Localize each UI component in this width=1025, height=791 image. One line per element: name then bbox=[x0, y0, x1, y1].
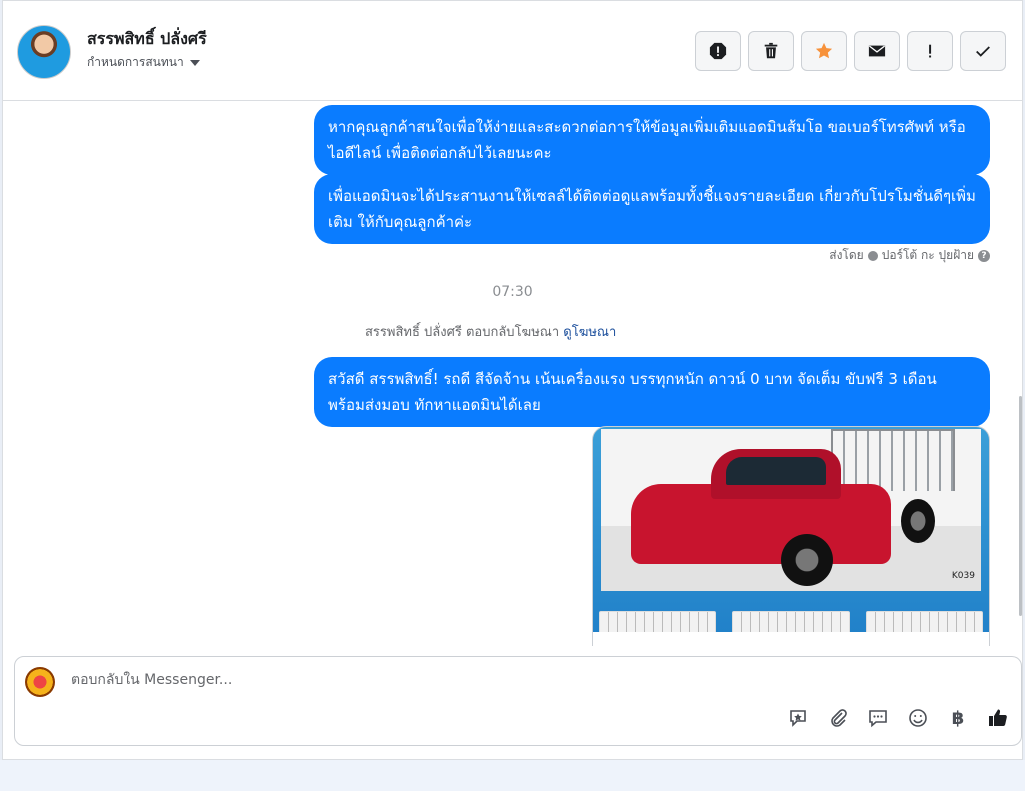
truck-windshield bbox=[726, 457, 826, 485]
caret-down-icon bbox=[189, 59, 200, 66]
reply-composer: ฿ bbox=[14, 656, 1022, 746]
spam-button[interactable] bbox=[695, 31, 741, 71]
assign-label: กำหนดการสนทนา bbox=[87, 55, 184, 69]
check-icon bbox=[976, 46, 990, 57]
star-button[interactable] bbox=[801, 31, 847, 71]
scrollbar-thumb[interactable] bbox=[1019, 396, 1022, 616]
inbox-window: สรรพสิทธิ์ ปลั่งศรี กำหนดการสนทนา หากคุณ… bbox=[2, 0, 1023, 760]
page-avatar bbox=[25, 667, 55, 697]
exclamation-circle-icon bbox=[709, 42, 727, 60]
envelope-icon bbox=[868, 45, 886, 57]
emoji-button[interactable] bbox=[907, 707, 929, 729]
view-ad-link[interactable]: ดูโฆษณา bbox=[563, 325, 616, 340]
saved-replies-button[interactable] bbox=[787, 707, 809, 729]
truck-wheel bbox=[901, 499, 935, 543]
follow-up-button[interactable] bbox=[907, 31, 953, 71]
truck-wheel bbox=[781, 534, 833, 586]
assign-conversation-dropdown[interactable]: กำหนดการสนทนา bbox=[87, 53, 200, 72]
page-badge-icon bbox=[867, 250, 878, 261]
message-bubble[interactable]: สวัสดี สรรพสิทธิ์! รถดี สีจัดจ้าน เน้นเค… bbox=[314, 357, 990, 427]
like-button[interactable] bbox=[987, 707, 1009, 729]
baht-icon: ฿ bbox=[951, 707, 965, 729]
cargo-rack bbox=[831, 429, 955, 491]
sent-by-label: ส่งโดย ปอร์โต้ กะ ปุยฝ้าย ? bbox=[829, 246, 990, 265]
chat-options-button[interactable] bbox=[867, 707, 889, 729]
message-timestamp: 07:30 bbox=[492, 284, 533, 300]
exclamation-icon bbox=[929, 44, 932, 58]
message-bubble[interactable]: เพื่อแอดมินจะได้ประสานงานให้เซลล์ได้ติดต… bbox=[314, 174, 990, 244]
card-caption-strip bbox=[593, 632, 989, 646]
ad-reply-notice: สรรพสิทธิ์ ปลั่งศรี ตอบกลับโฆษณา ดูโฆษณา bbox=[365, 321, 616, 342]
saved-reply-icon bbox=[790, 710, 806, 727]
sent-by-name: ปอร์โต้ กะ ปุยฝ้าย bbox=[881, 248, 974, 262]
message-thread: หากคุณลูกค้าสนใจเพื่อให้ง่ายและสะดวกต่อก… bbox=[3, 101, 1022, 646]
image-code: K039 bbox=[951, 571, 975, 581]
trash-icon bbox=[764, 42, 778, 59]
emoji-icon bbox=[909, 709, 927, 727]
help-icon[interactable]: ? bbox=[978, 249, 990, 262]
ad-image-card[interactable]: K039 bbox=[592, 426, 990, 646]
reply-input[interactable] bbox=[69, 671, 673, 689]
sent-by-prefix: ส่งโดย bbox=[829, 248, 864, 262]
ad-reply-text: สรรพสิทธิ์ ปลั่งศรี ตอบกลับโฆษณา bbox=[365, 325, 560, 340]
attach-button[interactable] bbox=[827, 707, 849, 729]
attachment-icon bbox=[831, 709, 847, 727]
mark-done-button[interactable] bbox=[960, 31, 1006, 71]
contact-name[interactable]: สรรพสิทธิ์ ปลั่งศรี bbox=[87, 27, 207, 52]
star-icon bbox=[815, 42, 833, 59]
composer-tools: ฿ bbox=[787, 707, 1009, 729]
desktop-taskbar bbox=[0, 760, 1025, 791]
mark-unread-button[interactable] bbox=[854, 31, 900, 71]
chat-bubble-icon bbox=[869, 710, 887, 728]
scrollbar[interactable] bbox=[1018, 1, 1022, 759]
truck-photo: K039 bbox=[601, 429, 981, 591]
conversation-header: สรรพสิทธิ์ ปลั่งศรี กำหนดการสนทนา bbox=[3, 1, 1022, 101]
delete-button[interactable] bbox=[748, 31, 794, 71]
header-actions bbox=[695, 31, 1006, 71]
message-bubble[interactable]: หากคุณลูกค้าสนใจเพื่อให้ง่ายและสะดวกต่อก… bbox=[314, 105, 990, 175]
thumbs-up-icon bbox=[989, 709, 1007, 726]
contact-avatar[interactable] bbox=[17, 25, 71, 79]
payment-button[interactable]: ฿ bbox=[947, 707, 969, 729]
